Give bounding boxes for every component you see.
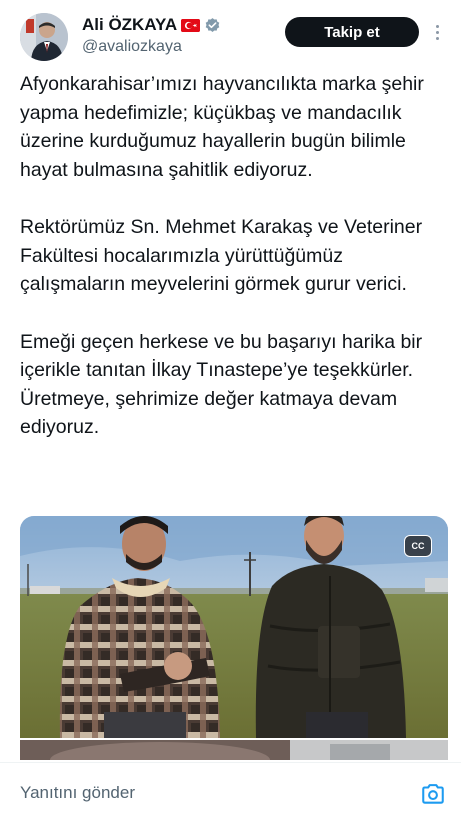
name-row: Ali ÖZKAYA: [82, 15, 221, 35]
more-vertical-icon[interactable]: [428, 19, 446, 45]
reply-input[interactable]: Yanıtını gönder: [20, 783, 135, 803]
video-thumbnail: [20, 516, 448, 738]
tweet-paragraph: Emeği geçen herkese ve bu başarıyı harik…: [20, 330, 423, 439]
avatar-image: [20, 13, 68, 61]
display-name[interactable]: Ali ÖZKAYA: [82, 15, 177, 35]
tweet-paragraph: Afyonkarahisar’ımızı hayvancılıkta marka…: [20, 73, 424, 181]
user-handle[interactable]: @avaliozkaya: [82, 38, 182, 56]
tweet-video[interactable]: [20, 516, 448, 738]
camera-icon[interactable]: [420, 781, 446, 807]
turkey-flag-icon: [181, 18, 201, 32]
reply-bar: Yanıtını gönder: [0, 762, 461, 828]
tweet-text: Afyonkarahisar’ımızı hayvancılıkta marka…: [20, 70, 445, 442]
next-media-preview: [20, 740, 448, 760]
follow-button[interactable]: Takip et: [285, 17, 419, 47]
closed-captions-button[interactable]: CC: [404, 535, 432, 557]
tweet-header: Ali ÖZKAYA @avaliozkaya Takip et: [0, 0, 461, 64]
avatar[interactable]: [20, 13, 68, 61]
tweet-paragraph: Rektörümüz Sn. Mehmet Karakaş ve Veterin…: [20, 216, 423, 295]
verified-badge-icon: [204, 17, 221, 34]
